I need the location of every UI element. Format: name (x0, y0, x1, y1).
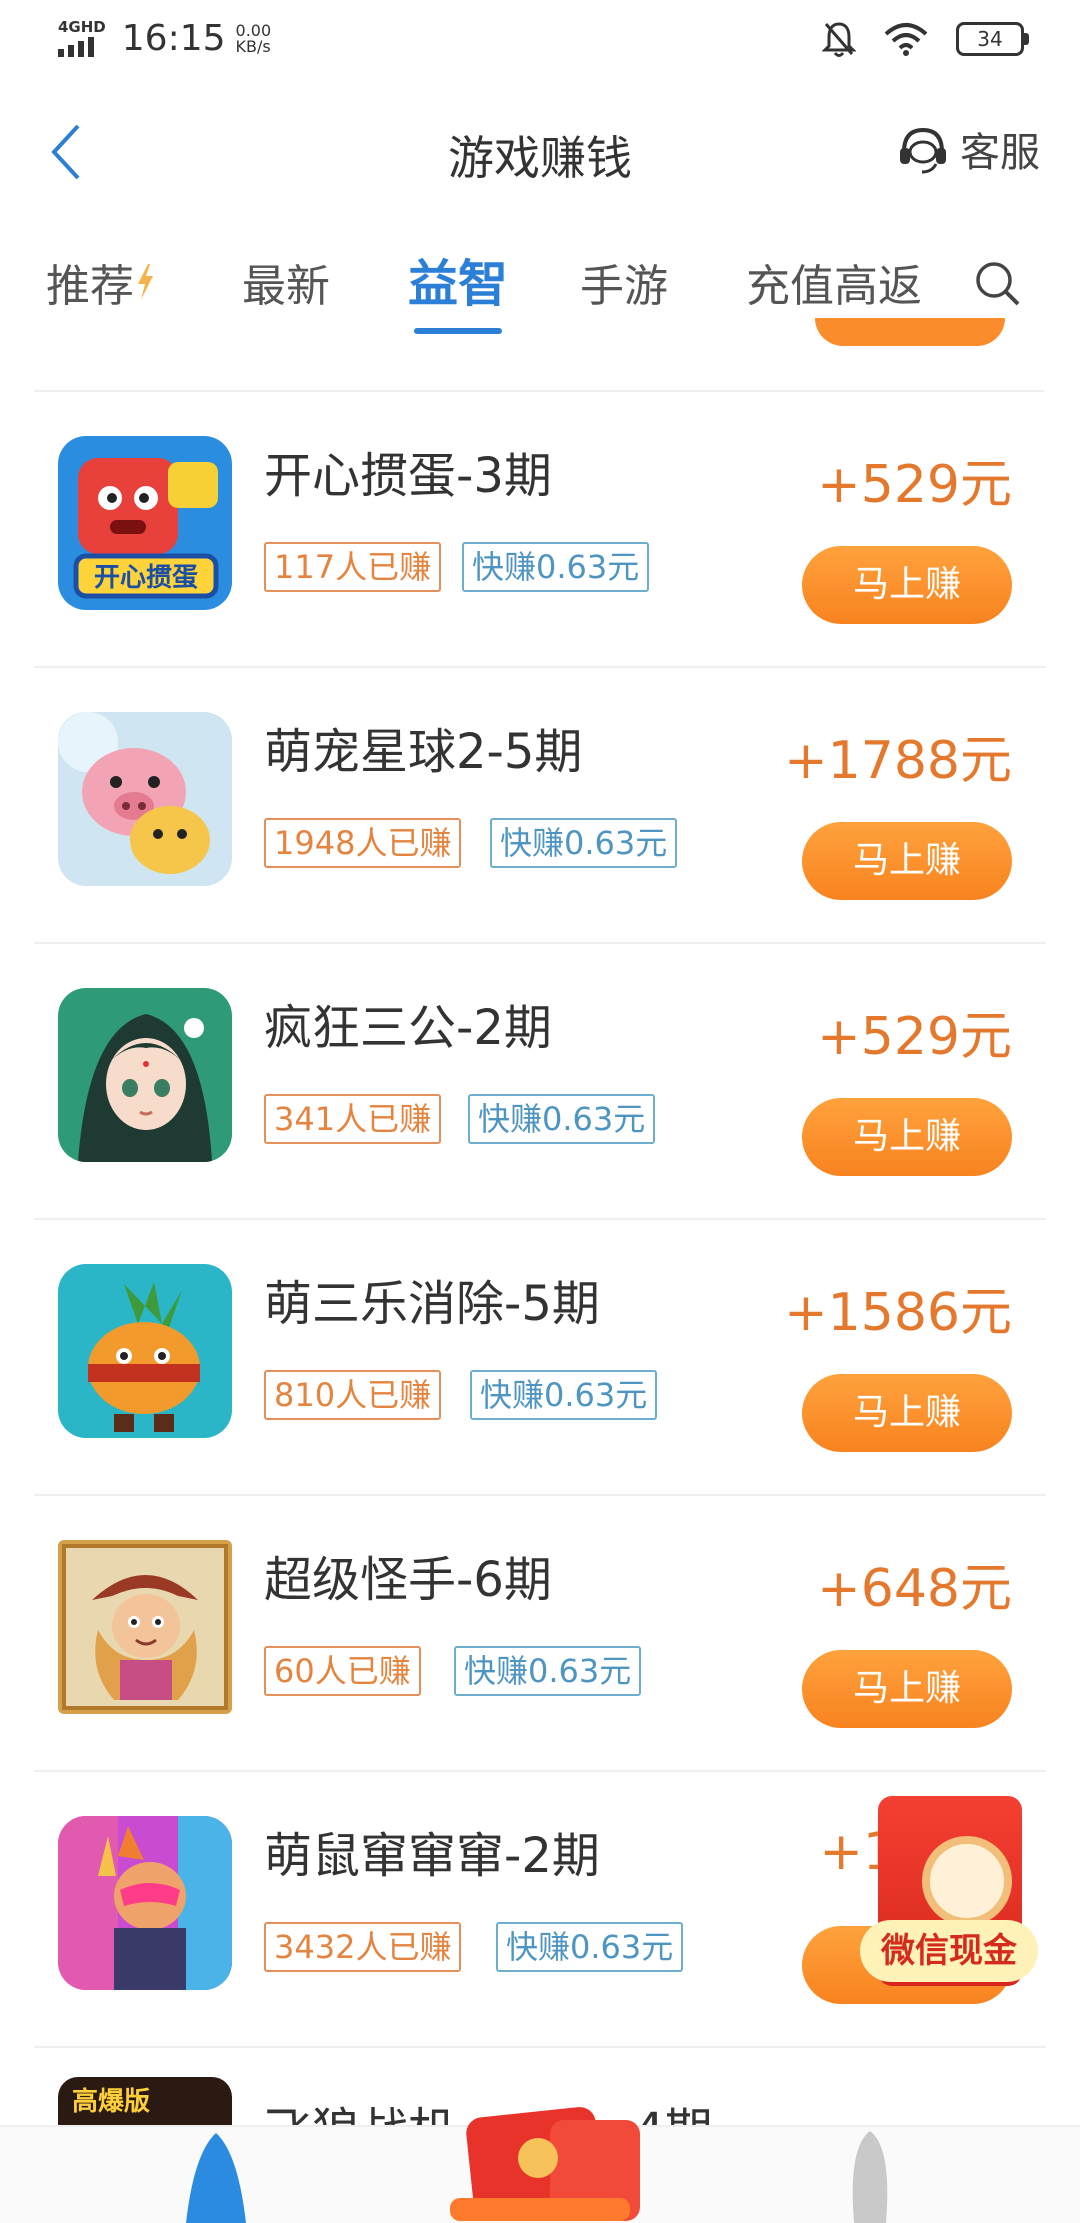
game-name: 萌宠星球2-5期 (264, 724, 583, 780)
center-red-packet-banner[interactable] (430, 2100, 650, 2221)
net-speed-unit: KB/s (235, 36, 271, 56)
active-tab-indicator (414, 328, 502, 334)
reward-amount: +1788元 (784, 731, 1012, 791)
earn-now-button[interactable]: 马上赚 (802, 822, 1012, 900)
mute-bell-icon (822, 22, 856, 57)
quick-earn-tag: 快赚0.63元 (462, 542, 650, 592)
earn-now-button[interactable]: 马上赚 (802, 1098, 1012, 1176)
list-item[interactable]: 超级怪手-6期 60人已赚 快赚0.63元 +648元 马上赚 (34, 1496, 1046, 1772)
game-name: 飞狼战机 (264, 2091, 456, 2125)
game-icon: 高爆版 (58, 2077, 232, 2125)
reward-amount: +1586元 (784, 1283, 1012, 1343)
earned-count-tag: 3432人已赚 (264, 1922, 462, 1972)
lightning-icon (138, 264, 153, 300)
battery-icon: 34 (956, 22, 1029, 56)
red-packet-label: 微信现金 (860, 1920, 1038, 1982)
wifi-icon (884, 23, 928, 56)
status-bar: 4GHD 16:15 0.00 KB/s 34 (0, 0, 1080, 80)
customer-service-button[interactable]: 客服 (896, 120, 1040, 178)
game-icon (58, 1264, 232, 1438)
game-icon (58, 988, 232, 1162)
tab-mobile-games[interactable]: 手游 (580, 250, 668, 314)
list-item[interactable]: 萌宠星球2-5期 1948人已赚 快赚0.63元 +1788元 马上赚 (34, 668, 1046, 944)
floating-red-packet[interactable]: 微信现金 (860, 1796, 1038, 2006)
tab-recommend[interactable]: 推荐 (46, 250, 156, 314)
game-icon (58, 1816, 232, 1990)
quick-earn-tag: 快赚0.63元 (454, 1646, 642, 1696)
quick-earn-tag: 快赚0.63元 (490, 818, 678, 868)
earned-count-tag: 810人已赚 (264, 1370, 442, 1420)
list-item[interactable]: 萌三乐消除-5期 810人已赚 快赚0.63元 +1586元 马上赚 (34, 1220, 1046, 1496)
signal-icon (58, 37, 106, 57)
game-icon: 开心掼蛋 (58, 436, 232, 610)
tab-label: 推荐 (46, 261, 134, 312)
game-name: 萌鼠窜窜窜-2期 (264, 1828, 600, 1884)
quick-earn-tag: 快赚0.63元 (496, 1922, 684, 1972)
game-name: 疯狂三公-2期 (264, 1000, 552, 1056)
tab-recharge-rebate[interactable]: 充值高返 (746, 250, 922, 314)
clock: 16:15 (121, 18, 226, 59)
game-icon (58, 1540, 232, 1714)
reward-amount: +648元 (817, 1559, 1012, 1619)
list-item[interactable]: 开心掼蛋 开心掼蛋-3期 117人已赚 快赚0.63元 +529元 马上赚 (34, 392, 1046, 668)
reward-amount: +529元 (817, 455, 1012, 515)
quick-earn-tag: 快赚0.63元 (470, 1370, 658, 1420)
game-name: 萌三乐消除-5期 (264, 1276, 600, 1332)
network-type: 4GHD (58, 18, 106, 36)
game-name: 超级怪手-6期 (264, 1552, 552, 1608)
earn-now-button[interactable]: 马上赚 (802, 1374, 1012, 1452)
nav-profile-icon[interactable] (840, 2127, 900, 2223)
nav-home-icon[interactable] (176, 2127, 256, 2223)
earned-count-tag: 117人已赚 (264, 542, 442, 592)
previous-earn-button-edge[interactable] (815, 318, 1005, 346)
svg-text:开心掼蛋: 开心掼蛋 (94, 563, 198, 593)
headset-icon (900, 127, 946, 174)
earned-count-tag: 1948人已赚 (264, 818, 462, 868)
search-icon[interactable] (972, 258, 1024, 310)
version-badge: 高爆版 (72, 2087, 151, 2117)
earn-now-button[interactable]: 马上赚 (802, 546, 1012, 624)
list-item[interactable]: 疯狂三公-2期 341人已赚 快赚0.63元 +529元 马上赚 (34, 944, 1046, 1220)
app-header: 游戏赚钱 客服 (0, 100, 1080, 200)
game-name: 开心掼蛋-3期 (264, 448, 552, 504)
quick-earn-tag: 快赚0.63元 (468, 1094, 656, 1144)
game-icon (58, 712, 232, 886)
tab-latest[interactable]: 最新 (242, 250, 330, 314)
earned-count-tag: 341人已赚 (264, 1094, 442, 1144)
service-label: 客服 (960, 130, 1040, 176)
earned-count-tag: 60人已赚 (264, 1646, 421, 1696)
reward-amount: +529元 (817, 1007, 1012, 1067)
tab-puzzle[interactable]: 益智 (408, 244, 508, 316)
earn-now-button[interactable]: 马上赚 (802, 1650, 1012, 1728)
